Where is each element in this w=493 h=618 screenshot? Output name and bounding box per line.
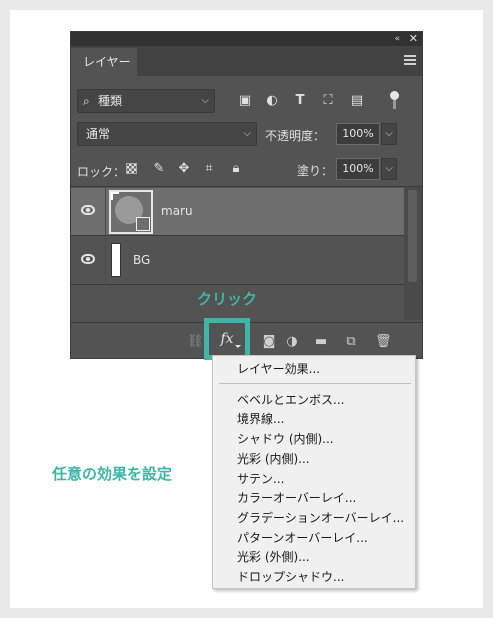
- fill-dropdown-button[interactable]: ⌵: [381, 158, 397, 180]
- folder-icon[interactable]: ▬: [313, 334, 329, 350]
- panel-titlebar: « ✕: [71, 32, 422, 46]
- lock-transparent-icon[interactable]: [126, 163, 137, 174]
- panel-menu-icon[interactable]: [404, 55, 416, 65]
- divider: [71, 186, 422, 187]
- filter-kind-label: 種類: [98, 94, 123, 108]
- smart-object-icon: [136, 217, 150, 231]
- divider: [105, 188, 106, 236]
- divider: [105, 237, 106, 285]
- collapse-icon[interactable]: «: [394, 32, 400, 46]
- shape-filter-icon[interactable]: ⛶: [320, 93, 336, 109]
- link-layers-icon[interactable]: ⛓: [187, 334, 204, 350]
- menu-item-inner-shadow[interactable]: シャドウ (内側)...: [237, 431, 334, 447]
- search-icon: ⌕: [83, 94, 90, 108]
- lock-image-icon[interactable]: ✎: [151, 161, 167, 177]
- chevron-down-icon: ⌵: [201, 95, 209, 106]
- opacity-input[interactable]: 100%: [336, 123, 380, 145]
- blend-mode-value: 通常: [86, 127, 111, 141]
- menu-item-layer-effects[interactable]: レイヤー効果...: [237, 361, 320, 377]
- menu-item-outer-glow[interactable]: 光彩 (外側)...: [237, 549, 310, 565]
- lock-position-icon[interactable]: ✥: [176, 161, 192, 177]
- filter-kind-select[interactable]: ⌕ 種類 ⌵: [77, 89, 215, 113]
- layer-row-maru[interactable]: maru: [71, 188, 404, 236]
- layer-name[interactable]: BG: [133, 253, 150, 267]
- adjustment-icon[interactable]: ◑: [284, 334, 300, 350]
- menu-item-stroke[interactable]: 境界線...: [237, 411, 284, 427]
- fill-label: 塗り：: [297, 164, 334, 178]
- effect-annotation: 任意の効果を設定: [52, 465, 173, 483]
- menu-item-satin[interactable]: サテン...: [237, 471, 284, 487]
- eye-icon[interactable]: [81, 205, 95, 215]
- menu-item-pattern-overlay[interactable]: パターンオーバーレイ...: [237, 530, 368, 546]
- menu-separator: [219, 383, 411, 384]
- lock-all-icon[interactable]: 🔒︎: [228, 161, 244, 177]
- trash-icon[interactable]: 🗑︎: [375, 334, 392, 350]
- blend-mode-select[interactable]: 通常 ⌵: [77, 122, 257, 146]
- mask-icon[interactable]: ◙: [261, 334, 277, 350]
- chevron-down-icon: ⌵: [243, 128, 251, 139]
- new-layer-icon[interactable]: ⧉: [343, 334, 359, 350]
- eye-icon[interactable]: [81, 254, 95, 264]
- type-filter-icon[interactable]: T: [292, 93, 308, 109]
- layer-thumbnail: [109, 190, 153, 234]
- menu-item-color-overlay[interactable]: カラーオーバーレイ...: [237, 490, 356, 506]
- smart-object-filter-icon[interactable]: ▤: [349, 93, 365, 109]
- filter-toggle-icon[interactable]: [389, 91, 399, 111]
- fx-highlight: fx: [204, 318, 250, 360]
- menu-item-gradient-overlay[interactable]: グラデーションオーバーレイ...: [237, 510, 404, 526]
- opacity-dropdown-button[interactable]: ⌵: [381, 123, 397, 145]
- click-annotation: クリック: [197, 290, 258, 308]
- layer-style-menu: レイヤー効果... ベベルとエンボス... 境界線... シャドウ (内側)..…: [212, 355, 416, 589]
- lock-artboard-icon[interactable]: ⌗: [201, 161, 217, 177]
- fill-input[interactable]: 100%: [336, 158, 380, 180]
- tab-bar: レイヤー: [71, 46, 422, 76]
- layer-row-bg[interactable]: BG: [71, 237, 404, 285]
- menu-item-bevel-emboss[interactable]: ベベルとエンボス...: [237, 392, 344, 408]
- opacity-label: 不透明度：: [265, 129, 326, 143]
- adjustment-filter-icon[interactable]: ◐: [264, 93, 280, 109]
- layer-thumbnail: [111, 243, 121, 277]
- layer-name[interactable]: maru: [161, 204, 193, 218]
- menu-item-inner-glow[interactable]: 光彩 (内側)...: [237, 451, 310, 467]
- tab-layers[interactable]: レイヤー: [71, 48, 137, 76]
- scrollbar-thumb[interactable]: [408, 190, 417, 282]
- close-icon[interactable]: ✕: [409, 32, 418, 46]
- menu-item-drop-shadow[interactable]: ドロップシャドウ...: [237, 569, 344, 585]
- image-filter-icon[interactable]: ▣: [237, 93, 253, 109]
- fx-icon[interactable]: fx: [214, 329, 241, 349]
- lock-label: ロック：: [77, 165, 126, 179]
- layers-panel: « ✕ レイヤー ⌕ 種類 ⌵ ▣ ◐ T ⛶ ▤ 通常 ⌵ 不透明度： 100…: [70, 31, 423, 359]
